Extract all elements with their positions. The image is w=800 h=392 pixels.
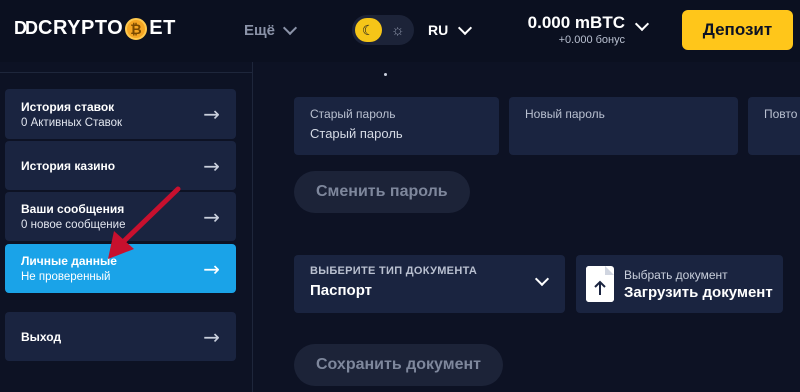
divider (252, 62, 253, 392)
document-type-select[interactable]: ВЫБЕРИТЕ ТИП ДОКУМЕНТА Паспорт (294, 255, 565, 313)
arrow-right-icon: → (203, 102, 220, 126)
more-menu[interactable]: Ещё (244, 20, 298, 39)
upload-hint: Выбрать документ (624, 267, 728, 282)
annotation-arrow-icon (108, 186, 181, 259)
divider (0, 72, 252, 73)
arrow-right-icon: → (203, 324, 220, 349)
upload-document-button[interactable]: Выбрать документ Загрузить документ (576, 255, 783, 313)
new-password-label: Новый пароль (525, 107, 605, 121)
chevron-down-icon[interactable] (634, 16, 650, 32)
logo-prefix: DD (14, 18, 38, 38)
sun-icon[interactable]: ☼ (385, 22, 412, 39)
top-header: DD CRYPTO ₿ ET Ещё ☾ ☼ RU 0.000 mBTC +0.… (0, 0, 800, 62)
arrow-right-icon: → (203, 256, 220, 281)
document-type-value: Паспорт (310, 282, 372, 299)
chevron-down-icon (282, 20, 298, 36)
sidebar-item-casino-history[interactable]: История казино → (5, 141, 236, 190)
logo-suffix: ET (149, 17, 176, 39)
logo-text: CRYPTO (38, 17, 124, 39)
sidebar-item-sublabel: 0 Активных Ставок (21, 116, 123, 129)
file-upload-icon (586, 266, 614, 302)
repeat-password-label: Повто (764, 107, 798, 121)
repeat-password-field[interactable]: Повто (748, 97, 800, 155)
site-logo[interactable]: DD CRYPTO ₿ ET (14, 17, 176, 40)
save-document-button[interactable]: Сохранить документ (294, 344, 503, 386)
separator-dot (384, 73, 387, 76)
theme-toggle[interactable]: ☾ ☼ (352, 15, 414, 45)
moon-icon[interactable]: ☾ (355, 18, 382, 42)
document-type-label: ВЫБЕРИТЕ ТИП ДОКУМЕНТА (310, 265, 478, 277)
old-password-field[interactable]: Старый пароль Старый пароль (294, 97, 499, 155)
language-selector[interactable]: RU (428, 20, 473, 38)
arrow-right-icon: → (203, 153, 220, 178)
sidebar-item-sublabel: Не проверенный (21, 271, 111, 283)
change-password-button[interactable]: Сменить пароль (294, 171, 470, 213)
bonus-amount: +0.000 бонус (558, 34, 625, 46)
balance-amount: 0.000 mBTC (527, 13, 625, 32)
more-menu-label: Ещё (244, 22, 276, 39)
balance-display[interactable]: 0.000 mBTC +0.000 бонус (520, 13, 625, 46)
old-password-placeholder: Старый пароль (310, 126, 403, 141)
sidebar-item-label: История ставок (21, 99, 115, 114)
new-password-field[interactable]: Новый пароль (509, 97, 738, 155)
deposit-button[interactable]: Депозит (682, 10, 793, 50)
sidebar-item-label: Выход (21, 329, 62, 344)
bitcoin-coin-icon: ₿ (125, 17, 148, 40)
chevron-down-icon (458, 20, 473, 35)
sidebar-item-label: История казино (21, 158, 116, 173)
sidebar-item-logout[interactable]: Выход → (5, 312, 236, 361)
language-label: RU (428, 22, 449, 38)
sidebar-item-bet-history[interactable]: История ставок 0 Активных Ставок → (5, 89, 236, 139)
upload-label: Загрузить документ (624, 283, 773, 301)
arrow-right-icon: → (203, 204, 220, 229)
old-password-label: Старый пароль (310, 107, 396, 121)
